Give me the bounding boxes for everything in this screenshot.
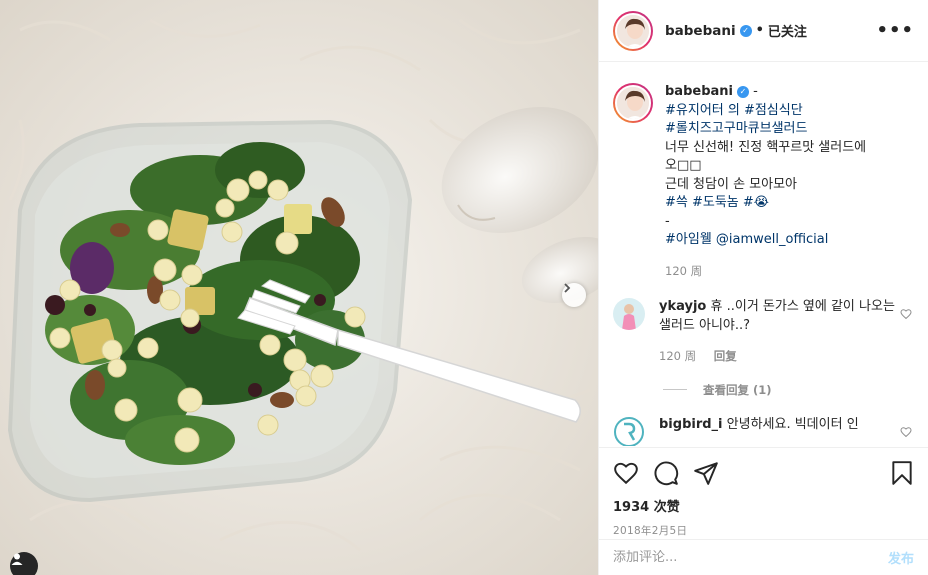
- commenter-avatar-image: [613, 298, 645, 330]
- post-actions: 1934 次赞 2018年2月5日: [599, 447, 928, 538]
- reply-button[interactable]: 回复: [714, 349, 737, 363]
- author-avatar[interactable]: [613, 10, 653, 51]
- likes-count[interactable]: 1934 次赞: [613, 496, 914, 515]
- separator-dot: •: [755, 23, 764, 38]
- comment-icon[interactable]: [653, 460, 679, 486]
- salad-photo-illustration: [0, 0, 598, 575]
- next-photo-button[interactable]: [562, 283, 586, 307]
- comment-timestamp[interactable]: 120 周: [659, 349, 696, 363]
- commenter-avatar[interactable]: [613, 415, 645, 446]
- following-button[interactable]: 已关注: [768, 21, 807, 40]
- like-comment-heart-icon[interactable]: [900, 426, 912, 438]
- more-options-icon[interactable]: •••: [876, 20, 914, 41]
- caption-line: 오□□: [665, 158, 702, 173]
- heart-icon[interactable]: [613, 460, 639, 486]
- add-comment-bar: 发布: [599, 539, 928, 575]
- caption-line[interactable]: #아임웰 @iamwell_official: [665, 231, 905, 250]
- share-icon[interactable]: [693, 460, 719, 486]
- commenter-avatar-image: [613, 415, 645, 446]
- caption-line: 너무 신선해! 진정 핵꾸르맛 샐러드에: [665, 139, 867, 155]
- commenter-avatar[interactable]: [613, 298, 645, 330]
- post-photo[interactable]: [0, 0, 598, 575]
- comments-list[interactable]: babebani ✓ - #유지어터 의 #점심식단 #롤치즈고구마큐브샐러드 너…: [599, 63, 928, 446]
- comment-input[interactable]: [613, 550, 888, 565]
- post-comment-button[interactable]: 发布: [888, 548, 914, 567]
- commenter-username[interactable]: bigbird_i: [659, 417, 723, 432]
- like-comment-heart-icon[interactable]: [900, 308, 912, 320]
- comment-item: bigbird_i 안녕하세요. 빅데이터 인: [613, 415, 914, 446]
- caption-author-avatar[interactable]: [613, 83, 653, 123]
- tagged-user-icon[interactable]: [10, 552, 38, 575]
- author-avatar-image: [617, 14, 649, 47]
- post-header: babebani ✓ • 已关注 •••: [599, 0, 928, 62]
- caption-username[interactable]: babebani: [665, 84, 733, 99]
- comment-text: 안녕하세요. 빅데이터 인: [726, 416, 859, 432]
- verified-badge-icon: ✓: [737, 86, 749, 99]
- caption: babebani ✓ - #유지어터 의 #점심식단 #롤치즈고구마큐브샐러드 너…: [613, 83, 914, 280]
- replies-divider: [663, 389, 687, 390]
- chevron-right-icon: [564, 283, 571, 293]
- caption-timestamp[interactable]: 120 周: [665, 264, 702, 278]
- caption-line[interactable]: #쓱 #도둑놈 #😭: [665, 194, 905, 213]
- author-username[interactable]: babebani: [665, 23, 736, 39]
- commenter-username[interactable]: ykayjo: [659, 299, 706, 314]
- bookmark-icon[interactable]: [890, 460, 914, 486]
- view-replies-button[interactable]: 查看回复 (1): [663, 382, 914, 398]
- post-side-panel: babebani ✓ • 已关注 ••• babebani ✓ - #유지어터 …: [598, 0, 928, 575]
- view-replies-label[interactable]: 查看回复 (1): [703, 382, 772, 398]
- verified-badge-icon: ✓: [739, 24, 752, 37]
- author-avatar-image: [617, 87, 649, 119]
- caption-suffix: -: [749, 84, 758, 99]
- caption-line[interactable]: #유지어터 의 #점심식단: [665, 102, 905, 121]
- caption-line[interactable]: #롤치즈고구마큐브샐러드: [665, 120, 905, 139]
- comment-item: ykayjo 휴 ..이거 돈가스 옆에 같이 나오는 샐러드 아니야..? 1…: [613, 298, 914, 366]
- user-icon: [11, 553, 23, 565]
- caption-line: 근데 청담이 손 모아모아: [665, 176, 797, 192]
- post-date[interactable]: 2018年2月5日: [613, 523, 914, 538]
- caption-line: -: [665, 213, 670, 229]
